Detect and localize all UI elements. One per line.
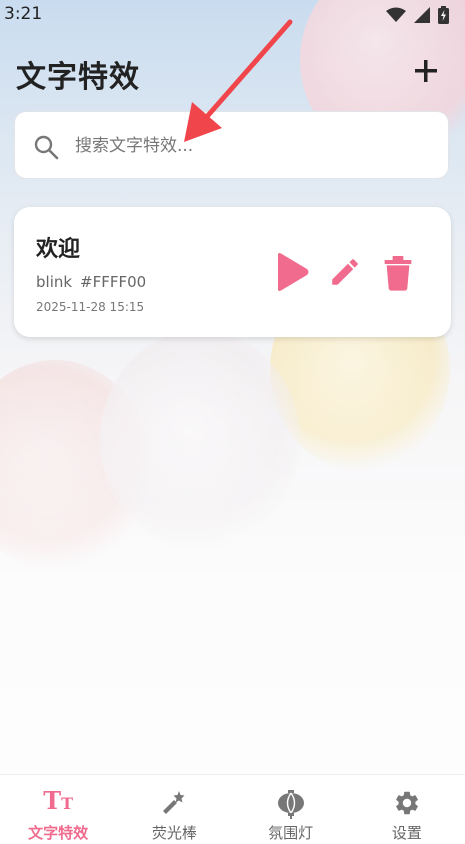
effect-timestamp: 2025-11-28 15:15 xyxy=(36,300,145,314)
battery-icon xyxy=(438,6,449,24)
effect-card[interactable]: 欢迎 blink #FFFF00 2025-11-28 15:15 xyxy=(14,207,451,337)
tab-label: 设置 xyxy=(391,824,422,842)
pencil-icon xyxy=(332,259,358,285)
edit-button[interactable] xyxy=(328,255,362,293)
tab-label: 荧光棒 xyxy=(151,824,197,842)
lantern-icon xyxy=(277,790,304,819)
search-bar[interactable] xyxy=(14,111,449,179)
glow-stick-icon xyxy=(163,791,185,814)
signal-icon xyxy=(414,7,430,23)
tab-text-effect[interactable]: TT 文字特效 xyxy=(0,775,116,844)
tab-glow-stick[interactable]: 荧光棒 xyxy=(116,775,232,844)
trash-icon xyxy=(384,256,412,291)
play-icon xyxy=(278,253,309,291)
bottom-navigation: TT 文字特效 荧光棒 氛围灯 设置 xyxy=(0,774,465,844)
app-bar: 文字特效 xyxy=(16,50,449,96)
tab-ambient-light[interactable]: 氛围灯 xyxy=(233,775,349,844)
search-icon xyxy=(34,135,59,160)
effect-color: #FFFF00 xyxy=(80,273,147,291)
plus-icon xyxy=(415,60,437,82)
effect-type: blink xyxy=(36,273,73,291)
tab-label: 文字特效 xyxy=(28,824,89,842)
tab-label: 氛围灯 xyxy=(268,824,314,842)
tab-settings[interactable]: 设置 xyxy=(349,775,465,844)
status-time: 3:21 xyxy=(4,4,43,24)
play-button[interactable] xyxy=(274,252,310,296)
page-title: 文字特效 xyxy=(16,60,140,95)
search-input[interactable] xyxy=(73,130,437,162)
text-effect-icon: TT xyxy=(43,786,74,815)
gear-icon xyxy=(395,791,418,815)
effect-title: 欢迎 xyxy=(36,237,81,262)
delete-button[interactable] xyxy=(382,253,414,295)
wifi-icon xyxy=(386,7,406,22)
status-bar: 3:21 xyxy=(0,0,465,30)
add-button[interactable] xyxy=(411,56,441,86)
